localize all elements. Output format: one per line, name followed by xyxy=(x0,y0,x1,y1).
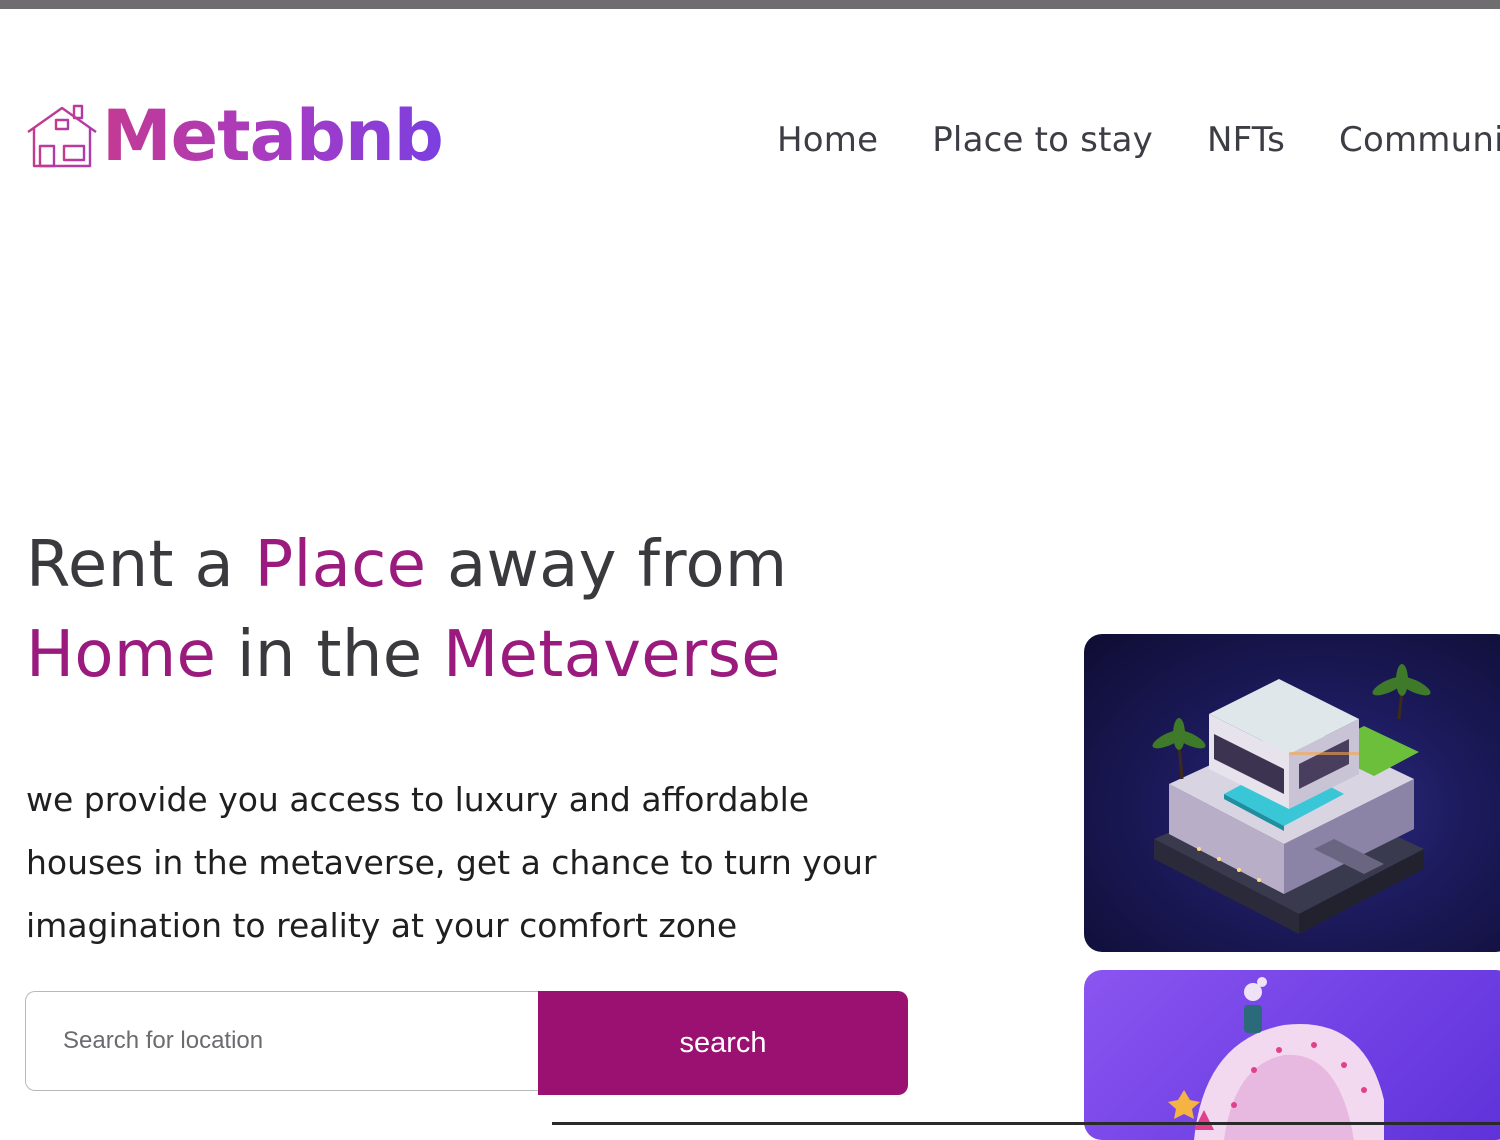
headline-text: in the xyxy=(216,618,444,692)
search-bar: search xyxy=(25,991,908,1095)
isometric-villa-with-pool-image[interactable] xyxy=(1084,634,1500,952)
nav-item-nfts[interactable]: NFTs xyxy=(1207,118,1285,162)
brand-name: Metabnb xyxy=(102,95,444,177)
nav-item-place-to-stay[interactable]: Place to stay xyxy=(932,118,1153,162)
search-input[interactable] xyxy=(25,991,538,1091)
hero-headline: Rent a Place away from Home in the Metave… xyxy=(26,520,788,700)
pink-candy-house-image[interactable] xyxy=(1084,970,1500,1140)
nav-item-home[interactable]: Home xyxy=(777,118,878,162)
candy-house-illustration xyxy=(1168,977,1384,1140)
villa-illustration xyxy=(1152,664,1431,934)
headline-text: Rent a xyxy=(26,528,255,602)
house-icon xyxy=(26,104,98,168)
headline-text: away from xyxy=(426,528,788,602)
headline-accent-home: Home xyxy=(26,618,217,692)
search-button[interactable]: search xyxy=(538,991,908,1095)
headline-accent-metaverse: Metaverse xyxy=(443,618,781,692)
headline-accent-place: Place xyxy=(254,528,427,602)
brand-logo[interactable]: Metabnb xyxy=(24,95,444,177)
hero-description: we provide you access to luxury and affo… xyxy=(26,780,877,945)
nav-item-community[interactable]: Community xyxy=(1339,118,1500,162)
browser-top-strip xyxy=(0,0,1500,9)
main-nav: Home Place to stay NFTs Community xyxy=(777,118,1500,162)
